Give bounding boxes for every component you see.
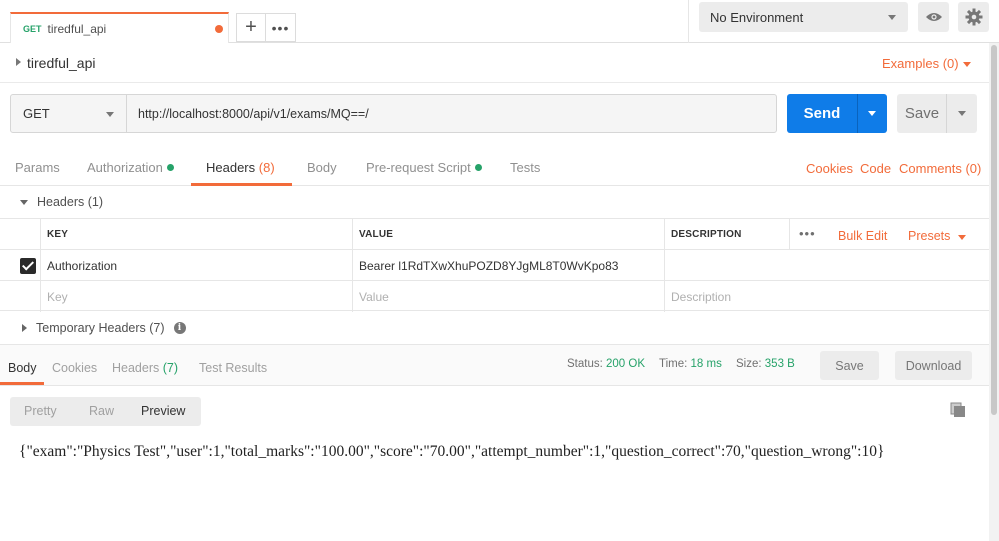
download-response-button[interactable]: Download [895, 351, 972, 380]
url-input[interactable]: http://localhost:8000/api/v1/exams/MQ==/ [126, 94, 777, 133]
response-tab-cookies[interactable]: Cookies [52, 361, 97, 375]
table-row: Key Value Description [0, 280, 989, 312]
send-options-button[interactable] [857, 94, 887, 133]
request-breadcrumb: tiredful_api Examples (0) [0, 43, 989, 83]
headers-section-toggle[interactable]: Headers (1) [20, 195, 103, 209]
status-readout: Status: 200 OK [567, 358, 645, 370]
header-key-input[interactable]: Authorization [40, 250, 353, 281]
status-dot-icon [166, 164, 174, 171]
code-link[interactable]: Code [860, 161, 891, 176]
tab-label: Params [15, 160, 60, 175]
header-value-input[interactable]: Bearer l1RdTXwXhuPOZD8YJgML8T0WvKpo83 [352, 250, 664, 281]
size-readout: Size: 353 B [736, 358, 795, 370]
comments-link[interactable]: Comments (0) [899, 161, 981, 176]
request-title[interactable]: tiredful_api [27, 55, 96, 71]
environment-select-value: No Environment [710, 9, 804, 25]
presets-dropdown[interactable]: Presets [908, 229, 950, 243]
table-row: Authorization Bearer l1RdTXwXhuPOZD8YJgM… [0, 249, 989, 281]
column-header-description: DESCRIPTION [664, 219, 790, 250]
time-label: Time: [659, 358, 688, 370]
header-description-input[interactable] [664, 250, 989, 281]
method-select-value: GET [23, 106, 50, 121]
chevron-right-icon[interactable] [16, 58, 21, 66]
status-label: Status: [567, 358, 603, 370]
tab-count: (7) [162, 361, 179, 375]
tab-options-button[interactable]: ••• [265, 13, 296, 42]
chevron-down-icon [963, 62, 971, 67]
scrollbar-thumb[interactable] [991, 45, 997, 415]
new-header-value-input[interactable]: Value [352, 281, 664, 312]
response-body: {"exam":"Physics Test","user":1,"total_m… [19, 443, 885, 460]
new-header-description-input[interactable]: Description [664, 281, 989, 312]
temporary-headers-toggle[interactable]: Temporary Headers (7) i [22, 321, 186, 335]
save-button[interactable]: Save [897, 94, 947, 133]
view-mode-toggle: Pretty Raw Preview [10, 397, 201, 426]
method-select[interactable]: GET [10, 94, 127, 133]
bulk-edit-link[interactable]: Bulk Edit [838, 229, 887, 243]
column-header-key: KEY [40, 219, 353, 250]
new-header-key-input[interactable]: Key [40, 281, 353, 312]
chevron-down-icon [958, 235, 966, 240]
unsaved-dot-icon [215, 25, 223, 33]
tab-bar: GET tiredful_api + ••• No Environment [0, 0, 999, 43]
environment-select[interactable]: No Environment [699, 2, 908, 32]
tab-label: Tests [510, 160, 541, 175]
active-tab-indicator [0, 382, 44, 385]
request-tab-method: GET [23, 23, 42, 34]
tab-headers[interactable]: Headers (8) [206, 160, 275, 175]
eye-icon [925, 13, 942, 21]
time-value: 18 ms [690, 358, 722, 370]
chevron-down-icon [888, 15, 896, 20]
response-tab-test-results[interactable]: Test Results [199, 361, 267, 375]
size-label: Size: [736, 358, 762, 370]
tab-count: (8) [258, 160, 275, 175]
save-response-button[interactable]: Save [820, 351, 879, 380]
tab-params[interactable]: Params [15, 160, 60, 175]
request-tab[interactable]: GET tiredful_api [10, 12, 229, 43]
info-icon[interactable]: i [173, 322, 186, 334]
tab-label: Pre-request Script [366, 160, 471, 175]
examples-dropdown[interactable]: Examples (0) [882, 56, 959, 71]
tab-label: Headers [112, 361, 160, 375]
gear-icon [965, 8, 982, 26]
headers-section-title: Headers (1) [37, 195, 103, 209]
chevron-down-icon [20, 199, 28, 205]
chevron-down-icon [106, 112, 114, 117]
status-value: 200 OK [606, 358, 646, 370]
save-options-button[interactable] [946, 94, 977, 133]
ellipsis-icon: ••• [271, 19, 290, 36]
response-tab-body[interactable]: Body [8, 361, 37, 375]
copy-icon[interactable] [950, 402, 966, 418]
view-mode-raw[interactable]: Raw [89, 404, 114, 418]
status-dot-icon [474, 164, 482, 171]
size-value: 353 B [764, 358, 795, 370]
response-tab-headers[interactable]: Headers (7) [112, 361, 178, 375]
settings-button[interactable] [958, 2, 989, 32]
send-button[interactable]: Send [787, 94, 857, 133]
plus-icon: + [245, 16, 257, 38]
ellipsis-icon[interactable]: ••• [799, 226, 816, 241]
new-tab-button[interactable]: + [236, 13, 266, 42]
cookies-link[interactable]: Cookies [806, 161, 853, 176]
tab-label: Body [307, 160, 337, 175]
tab-label: Headers [206, 160, 256, 175]
tab-authorization[interactable]: Authorization [87, 160, 174, 175]
tab-pre-request-script[interactable]: Pre-request Script [366, 160, 482, 175]
tab-label: Authorization [87, 160, 163, 175]
temporary-headers-label: Temporary Headers (7) [36, 321, 165, 335]
column-header-value: VALUE [352, 219, 664, 250]
header-enabled-checkbox[interactable] [20, 258, 36, 274]
tab-tests[interactable]: Tests [510, 160, 540, 175]
time-readout: Time: 18 ms [659, 358, 722, 370]
divider [789, 219, 790, 250]
request-tab-name: tiredful_api [47, 21, 107, 36]
view-mode-preview[interactable]: Preview [141, 404, 185, 418]
view-mode-pretty[interactable]: Pretty [24, 404, 57, 418]
chevron-right-icon [22, 324, 27, 332]
tab-body[interactable]: Body [307, 160, 337, 175]
active-tab-indicator [191, 183, 292, 186]
divider [688, 0, 689, 43]
environment-quick-look-button[interactable] [918, 2, 949, 32]
